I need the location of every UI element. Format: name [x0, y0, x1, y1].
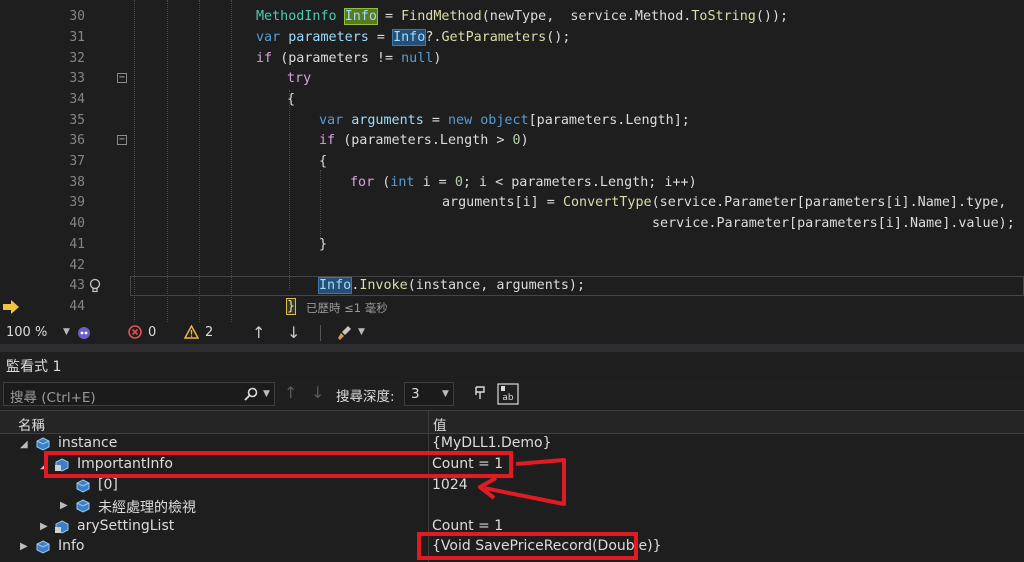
symbol-info-reference[interactable]: Info [392, 29, 427, 46]
collapse-toggle[interactable]: − [117, 135, 127, 145]
code-line-36: 36 − if (parameters.Length > 0) [0, 131, 1024, 152]
error-icon[interactable] [128, 325, 142, 339]
svg-text:ab: ab [502, 393, 514, 403]
code-cleanup-brush-icon[interactable] [337, 325, 353, 341]
collapse-toggle[interactable]: − [117, 73, 127, 83]
code-line-34: 34 { [0, 90, 1024, 111]
zoom-level[interactable]: 100 % [6, 325, 47, 340]
line-number: 39 [69, 195, 85, 210]
pin-icon[interactable] [473, 385, 489, 401]
search-next-icon[interactable]: ↓ [311, 383, 324, 402]
line-number: 44 [69, 299, 85, 314]
annotation-box-info-value [417, 532, 638, 560]
line-number: 38 [69, 175, 85, 190]
next-issue-icon[interactable]: ↓ [287, 323, 300, 342]
annotation-box-importantinfo [44, 451, 513, 478]
zoom-dropdown-icon[interactable]: ▼ [63, 327, 70, 337]
previous-issue-icon[interactable]: ↑ [252, 323, 265, 342]
line-number: 42 [69, 258, 85, 273]
watch-item-name: instance [58, 435, 118, 451]
search-depth-value: 3 [411, 386, 420, 402]
view-text-icon[interactable]: ab [497, 383, 519, 405]
watch-item-name: arySettingList [77, 518, 175, 534]
object-cube-icon [36, 437, 50, 451]
chevron-down-icon: ▼ [442, 389, 449, 399]
code-line-44: 44 } 已歷時 ≤1 毫秒 [0, 297, 1024, 318]
search-input[interactable]: 搜尋 (Ctrl+E) ▼ [3, 382, 275, 406]
line-number: 43 [69, 278, 85, 293]
line-number: 36 [69, 133, 85, 148]
code-line-35: 35 var arguments = new object[parameters… [0, 111, 1024, 132]
code-line-39: 39 arguments[i] = ConvertType(service.Pa… [0, 193, 1024, 214]
cleanup-dropdown-icon[interactable]: ▼ [358, 327, 365, 337]
expand-arrow-icon[interactable]: ▶ [20, 541, 28, 552]
warning-count[interactable]: 2 [205, 325, 213, 340]
search-icon[interactable] [244, 387, 258, 401]
search-placeholder: 搜尋 (Ctrl+E) [10, 390, 96, 406]
current-statement-brace: } [285, 298, 297, 315]
code-line-43: 43 Info.Invoke(instance, arguments); [0, 276, 1024, 297]
search-options-dropdown-icon[interactable]: ▼ [263, 389, 270, 399]
expand-arrow-icon[interactable]: ▶ [60, 500, 68, 511]
watch-search-toolbar: 搜尋 (Ctrl+E) ▼ ↑ ↓ 搜尋深度: 3 ▼ ab [0, 380, 1024, 408]
symbol-info-highlight[interactable]: Info [343, 8, 378, 25]
line-number: 40 [69, 216, 85, 231]
execution-pointer-arrow-icon [3, 300, 19, 314]
code-editor[interactable]: 30 MethodInfo Info = FindMethod(newType,… [0, 0, 1024, 322]
watch-item-name: [0] [98, 477, 118, 493]
line-number: 35 [69, 113, 85, 128]
search-depth-label: 搜尋深度: [336, 389, 395, 405]
column-value-header[interactable]: 值 [433, 414, 447, 434]
line-number: 41 [69, 237, 85, 252]
object-cube-icon [76, 499, 90, 513]
code-line-33: 33 − try [0, 69, 1024, 90]
copilot-icon[interactable] [76, 325, 92, 341]
annotation-arrow [478, 458, 566, 506]
watch-panel-title-bar: 監看式 1 [0, 352, 1024, 376]
code-line-30: 30 MethodInfo Info = FindMethod(newType,… [0, 7, 1024, 28]
column-name-header[interactable]: 名稱 [18, 414, 45, 434]
collapse-arrow-icon[interactable]: ◢ [20, 439, 28, 450]
object-cube-icon [76, 479, 90, 493]
code-line-32: 32 if (parameters != null) [0, 49, 1024, 70]
warning-icon[interactable] [184, 325, 199, 339]
search-previous-icon[interactable]: ↑ [284, 383, 297, 402]
error-count[interactable]: 0 [148, 325, 156, 340]
watch-item-value: {MyDLL1.Demo} [432, 435, 552, 451]
panel-splitter[interactable] [0, 344, 1024, 352]
line-number: 32 [69, 51, 85, 66]
code-line-40: 40 service.Parameter[parameters[i].Name]… [0, 214, 1024, 235]
lightbulb-icon[interactable] [88, 278, 102, 294]
watch-column-header: 名稱 值 [0, 410, 1024, 434]
expand-arrow-icon[interactable]: ▶ [40, 521, 48, 532]
watch-panel-title: 監看式 1 [6, 359, 62, 375]
line-number: 34 [69, 92, 85, 107]
editor-status-strip: 100 % ▼ 0 2 ↑ ↓ ▼ [0, 322, 1024, 344]
symbol-info-reference[interactable]: Info [317, 277, 353, 294]
object-cube-icon [36, 540, 50, 554]
watch-item-name: 未經處理的檢視 [98, 500, 196, 516]
code-line-42: 42 [0, 256, 1024, 277]
code-line-31: 31 var parameters = Info?.GetParameters(… [0, 28, 1024, 49]
watch-item-value: 1024 [432, 477, 468, 493]
divider [320, 325, 321, 341]
line-number: 30 [69, 9, 85, 24]
line-number: 33 [69, 71, 85, 86]
line-number: 37 [69, 154, 85, 169]
watch-item-name: Info [58, 538, 85, 554]
elapsed-time-hint: 已歷時 ≤1 毫秒 [306, 301, 388, 315]
search-depth-select[interactable]: 3 ▼ [404, 382, 454, 406]
line-number: 31 [69, 30, 85, 45]
code-line-37: 37 { [0, 152, 1024, 173]
private-field-lock-icon [55, 520, 69, 534]
code-line-38: 38 for (int i = 0; i < parameters.Length… [0, 173, 1024, 194]
code-line-41: 41 } [0, 235, 1024, 256]
